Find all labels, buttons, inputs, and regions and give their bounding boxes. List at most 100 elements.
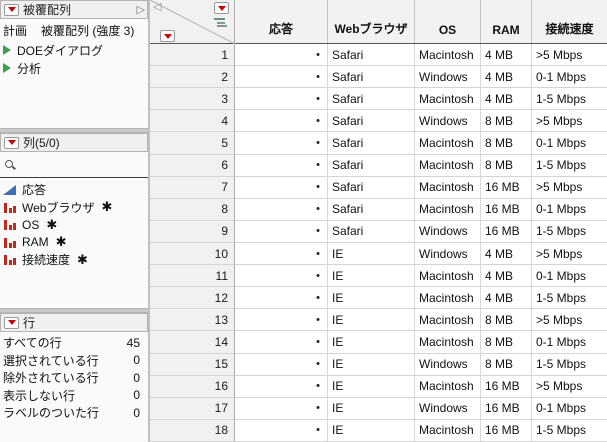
column-header-browser[interactable]: Webブラウザ — [328, 0, 415, 43]
os-cell[interactable]: Macintosh — [415, 419, 481, 442]
os-cell[interactable]: Windows — [415, 110, 481, 133]
row-number-cell[interactable]: 12 — [150, 287, 235, 310]
browser-cell[interactable]: Safari — [328, 66, 415, 89]
ram-cell[interactable]: 16 MB — [481, 397, 532, 420]
speed-cell[interactable]: >5 Mbps — [532, 110, 607, 133]
os-cell[interactable]: Macintosh — [415, 88, 481, 111]
os-cell[interactable]: Macintosh — [415, 198, 481, 221]
browser-cell[interactable]: Safari — [328, 198, 415, 221]
column-header-response[interactable]: 応答 — [235, 0, 328, 43]
response-cell[interactable]: • — [235, 265, 328, 288]
os-cell[interactable]: Windows — [415, 353, 481, 376]
row-number-cell[interactable]: 1 — [150, 44, 235, 67]
os-cell[interactable]: Macintosh — [415, 287, 481, 310]
os-cell[interactable]: Macintosh — [415, 265, 481, 288]
speed-cell[interactable]: >5 Mbps — [532, 44, 607, 67]
column-list-item[interactable]: RAM ✱ — [0, 234, 148, 252]
browser-cell[interactable]: Safari — [328, 132, 415, 155]
response-cell[interactable]: • — [235, 397, 328, 420]
column-list-item[interactable]: Webブラウザ ✱ — [0, 199, 148, 217]
browser-cell[interactable]: IE — [328, 331, 415, 354]
response-cell[interactable]: • — [235, 353, 328, 376]
response-cell[interactable]: • — [235, 375, 328, 398]
row-number-cell[interactable]: 2 — [150, 66, 235, 89]
ram-cell[interactable]: 8 MB — [481, 353, 532, 376]
red-triangle-menu-button[interactable] — [4, 316, 19, 329]
panel-collapse-icon[interactable]: ▷ — [137, 2, 145, 18]
ram-cell[interactable]: 16 MB — [481, 220, 532, 243]
response-cell[interactable]: • — [235, 154, 328, 177]
os-cell[interactable]: Macintosh — [415, 375, 481, 398]
os-cell[interactable]: Macintosh — [415, 309, 481, 332]
row-number-cell[interactable]: 11 — [150, 265, 235, 288]
column-list-item[interactable]: 接続速度 ✱ — [0, 251, 148, 269]
os-cell[interactable]: Windows — [415, 220, 481, 243]
outline-link[interactable]: 分析 — [0, 59, 148, 77]
os-cell[interactable]: Windows — [415, 242, 481, 266]
browser-cell[interactable]: Safari — [328, 154, 415, 177]
response-cell[interactable]: • — [235, 132, 328, 155]
ram-cell[interactable]: 8 MB — [481, 154, 532, 177]
response-cell[interactable]: • — [235, 242, 328, 266]
speed-cell[interactable]: 1-5 Mbps — [532, 287, 607, 310]
response-cell[interactable]: • — [235, 419, 328, 442]
os-cell[interactable]: Macintosh — [415, 176, 481, 199]
response-cell[interactable]: • — [235, 176, 328, 199]
response-cell[interactable]: • — [235, 110, 328, 133]
os-cell[interactable]: Macintosh — [415, 331, 481, 354]
row-number-cell[interactable]: 16 — [150, 375, 235, 398]
column-header-speed[interactable]: 接続速度 — [532, 0, 607, 43]
speed-cell[interactable]: >5 Mbps — [532, 309, 607, 332]
row-number-cell[interactable]: 10 — [150, 242, 235, 266]
row-number-cell[interactable]: 8 — [150, 198, 235, 221]
row-number-cell[interactable]: 4 — [150, 110, 235, 133]
os-cell[interactable]: Macintosh — [415, 44, 481, 67]
red-triangle-menu-button[interactable] — [4, 136, 19, 149]
row-number-cell[interactable]: 3 — [150, 88, 235, 111]
row-number-cell[interactable]: 18 — [150, 419, 235, 442]
browser-cell[interactable]: IE — [328, 287, 415, 310]
ram-cell[interactable]: 8 MB — [481, 132, 532, 155]
browser-cell[interactable]: IE — [328, 397, 415, 420]
speed-cell[interactable]: 1-5 Mbps — [532, 419, 607, 442]
speed-cell[interactable]: 0-1 Mbps — [532, 265, 607, 288]
ram-cell[interactable]: 4 MB — [481, 242, 532, 266]
ram-cell[interactable]: 8 MB — [481, 110, 532, 133]
row-number-cell[interactable]: 5 — [150, 132, 235, 155]
ram-cell[interactable]: 4 MB — [481, 44, 532, 67]
browser-cell[interactable]: Safari — [328, 44, 415, 67]
response-cell[interactable]: • — [235, 331, 328, 354]
row-number-cell[interactable]: 13 — [150, 309, 235, 332]
column-list-item[interactable]: OS ✱ — [0, 216, 148, 234]
browser-cell[interactable]: IE — [328, 309, 415, 332]
ram-cell[interactable]: 16 MB — [481, 419, 532, 442]
speed-cell[interactable]: 0-1 Mbps — [532, 397, 607, 420]
browser-cell[interactable]: Safari — [328, 176, 415, 199]
ram-cell[interactable]: 16 MB — [481, 198, 532, 221]
os-cell[interactable]: Macintosh — [415, 132, 481, 155]
response-cell[interactable]: • — [235, 44, 328, 67]
outline-link[interactable]: DOEダイアログ — [0, 41, 148, 59]
browser-cell[interactable]: Safari — [328, 220, 415, 243]
ram-cell[interactable]: 16 MB — [481, 375, 532, 398]
speed-cell[interactable]: 0-1 Mbps — [532, 132, 607, 155]
row-number-cell[interactable]: 14 — [150, 331, 235, 354]
response-cell[interactable]: • — [235, 287, 328, 310]
speed-cell[interactable]: 0-1 Mbps — [532, 198, 607, 221]
os-cell[interactable]: Windows — [415, 66, 481, 89]
browser-cell[interactable]: Safari — [328, 88, 415, 111]
ram-cell[interactable]: 4 MB — [481, 265, 532, 288]
column-list-item[interactable]: 応答 — [0, 181, 148, 199]
response-cell[interactable]: • — [235, 198, 328, 221]
browser-cell[interactable]: IE — [328, 353, 415, 376]
row-number-cell[interactable]: 6 — [150, 154, 235, 177]
column-list-icon[interactable] — [214, 18, 227, 27]
speed-cell[interactable]: 1-5 Mbps — [532, 154, 607, 177]
column-header-os[interactable]: OS — [415, 0, 481, 43]
os-cell[interactable]: Macintosh — [415, 154, 481, 177]
response-cell[interactable]: • — [235, 66, 328, 89]
speed-cell[interactable]: 1-5 Mbps — [532, 88, 607, 111]
ram-cell[interactable]: 16 MB — [481, 176, 532, 199]
ram-cell[interactable]: 4 MB — [481, 66, 532, 89]
browser-cell[interactable]: Safari — [328, 110, 415, 133]
